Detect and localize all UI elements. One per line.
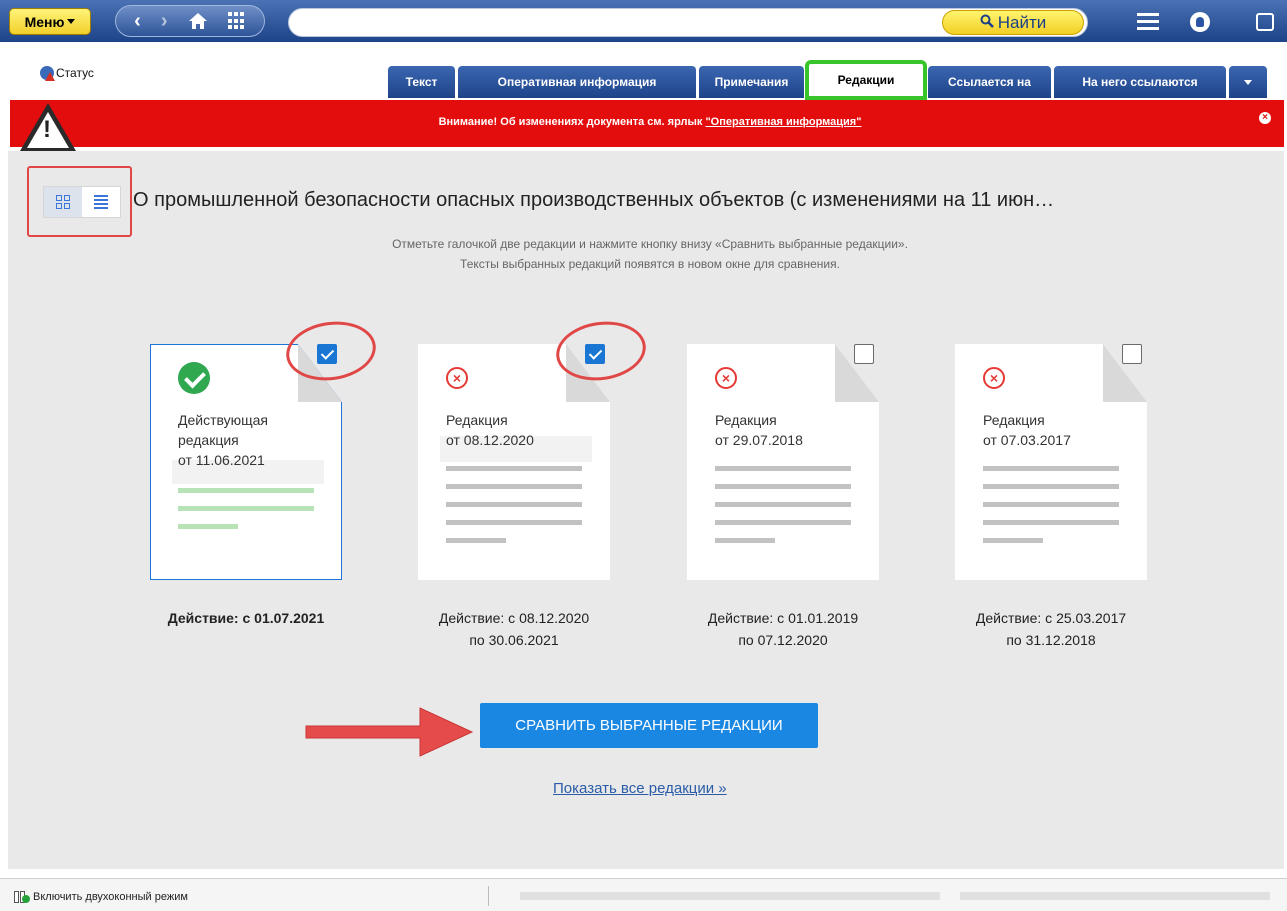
validity-line: Действие: с 01.01.2019 — [707, 610, 859, 626]
edition-validity: Действие: с 01.01.2019 по 07.12.2020 — [673, 607, 893, 651]
back-arrow-icon[interactable]: ‹ — [134, 11, 141, 31]
edition-label: Редакция от 29.07.2018 — [715, 410, 803, 450]
tab-references[interactable]: Ссылается на — [928, 66, 1051, 98]
edition-date: от 11.06.2021 — [178, 452, 265, 468]
dual-window-icon — [14, 891, 30, 903]
top-toolbar: Меню ‹ › Найти — [0, 0, 1287, 62]
find-label: Найти — [997, 12, 1047, 32]
edition-label: Редакция от 07.03.2017 — [983, 410, 1071, 450]
tab-referenced-by[interactable]: На него ссылаются — [1054, 66, 1226, 98]
cancel-circle-icon: × — [715, 367, 737, 389]
text-placeholder-lines — [715, 466, 851, 556]
view-toggle — [43, 186, 121, 218]
validity-line: по 07.12.2020 — [738, 632, 828, 648]
edition-date: от 08.12.2020 — [446, 432, 534, 448]
hint-line-1: Отметьте галочкой две редакции и нажмите… — [392, 237, 908, 251]
chevron-down-icon — [67, 19, 76, 24]
edition-validity: Действие: с 01.07.2021 — [136, 607, 356, 629]
instructions: Отметьте галочкой две редакции и нажмите… — [250, 234, 1050, 274]
dual-window-toggle[interactable]: Включить двухоконный режим — [14, 891, 188, 903]
tiles-icon — [56, 195, 70, 209]
close-icon[interactable]: × — [1259, 112, 1271, 124]
edition-card[interactable]: × Редакция от 29.07.2018 — [687, 344, 879, 580]
menu-button[interactable]: Меню — [9, 8, 91, 35]
alert-link[interactable]: "Оперативная информация" — [705, 116, 861, 128]
edition-label-line: Редакция — [715, 412, 777, 428]
nav-group: ‹ › — [115, 5, 265, 37]
text-placeholder-lines — [983, 466, 1119, 556]
tile-view-button[interactable] — [44, 187, 82, 217]
tab-bar: Текст Оперативная информация Примечания … — [388, 60, 1270, 100]
tab-editions[interactable]: Редакции — [805, 60, 927, 100]
tab-notes[interactable]: Примечания — [699, 66, 804, 98]
edition-card[interactable]: × Редакция от 08.12.2020 — [418, 344, 610, 580]
validity-line: Действие: с 01.07.2021 — [167, 610, 325, 626]
edition-label-line: Действующая — [178, 412, 269, 428]
tab-operative-info[interactable]: Оперативная информация — [458, 66, 696, 98]
edition-label-line: Редакция — [983, 412, 1045, 428]
menu-label: Меню — [24, 13, 65, 30]
validity-line: Действие: с 08.12.2020 — [438, 610, 590, 626]
validity-line: Действие: с 25.03.2017 — [975, 610, 1127, 626]
edition-label: Редакция от 08.12.2020 — [446, 410, 534, 450]
find-button[interactable]: Найти — [942, 10, 1084, 35]
list-icon — [94, 195, 108, 209]
validity-line: по 30.06.2021 — [469, 632, 559, 648]
tabs-more-button[interactable] — [1229, 66, 1267, 98]
check-circle-icon — [178, 362, 210, 394]
home-icon[interactable] — [188, 12, 208, 30]
status-link[interactable]: Статус — [40, 66, 94, 81]
blurred-status-text — [520, 892, 940, 900]
search-icon — [980, 13, 994, 33]
text-placeholder-lines — [446, 466, 582, 556]
page-title: О промышленной безопасности опасных прои… — [133, 189, 1055, 211]
edition-label-line: редакция — [178, 432, 239, 448]
edition-validity: Действие: с 25.03.2017 по 31.12.2018 — [941, 607, 1161, 651]
chevron-down-icon — [1244, 79, 1252, 85]
cancel-circle-icon: × — [446, 367, 468, 389]
apps-grid-icon[interactable] — [227, 12, 246, 30]
validity-line: по 31.12.2018 — [1006, 632, 1096, 648]
dual-window-label: Включить двухоконный режим — [33, 891, 188, 903]
edition-date: от 29.07.2018 — [715, 432, 803, 448]
edition-label-line: Редакция — [446, 412, 508, 428]
edition-date: от 07.03.2017 — [983, 432, 1071, 448]
show-all-editions-link[interactable]: Показать все редакции » — [553, 780, 727, 797]
chat-icon[interactable] — [1250, 8, 1280, 35]
cancel-circle-icon: × — [983, 367, 1005, 389]
edition-checkbox[interactable] — [1122, 344, 1142, 364]
alert-message: Внимание! Об изменениях документа см. яр… — [300, 116, 1000, 128]
status-label: Статус — [56, 66, 94, 80]
list-view-button[interactable] — [82, 187, 120, 217]
tab-text[interactable]: Текст — [388, 66, 455, 98]
divider — [488, 886, 489, 906]
blurred-status-text — [960, 892, 1270, 900]
edition-checkbox[interactable] — [854, 344, 874, 364]
edition-card[interactable]: × Редакция от 07.03.2017 — [955, 344, 1147, 580]
forward-arrow-icon[interactable]: › — [161, 11, 168, 31]
annotation-arrow-icon — [305, 707, 474, 757]
warning-exclamation-icon: ! — [43, 116, 51, 143]
compare-button[interactable]: СРАВНИТЬ ВЫБРАННЫЕ РЕДАКЦИИ — [480, 703, 818, 748]
hint-line-2: Тексты выбранных редакций появятся в нов… — [460, 257, 840, 271]
edition-validity: Действие: с 08.12.2020 по 30.06.2021 — [404, 607, 624, 651]
alert-text: Внимание! Об изменениях документа см. яр… — [438, 116, 706, 128]
text-placeholder-lines — [178, 488, 314, 542]
hamburger-menu-icon[interactable] — [1132, 8, 1164, 35]
edition-label: Действующая редакция от 11.06.2021 — [178, 410, 268, 470]
status-warning-icon — [40, 66, 55, 81]
user-account-icon[interactable] — [1185, 8, 1215, 35]
